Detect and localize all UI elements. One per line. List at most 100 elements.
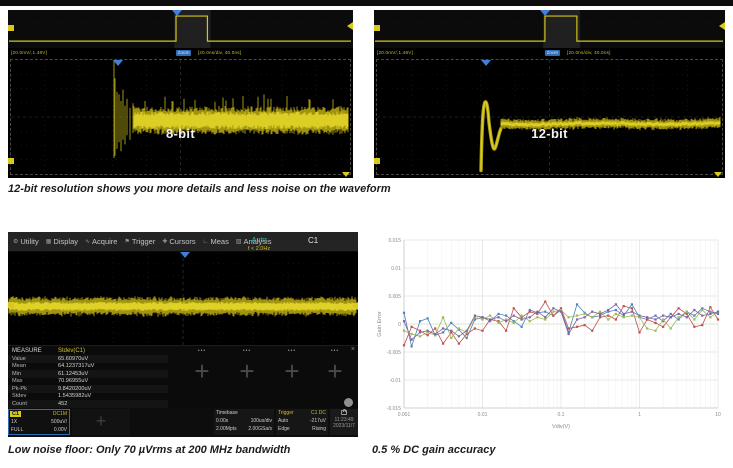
- svg-text:0: 0: [398, 322, 401, 328]
- trigger-delay-marker[interactable]: [714, 172, 722, 177]
- measure-source[interactable]: Stdev(C1): [58, 348, 85, 354]
- timebase-status-box[interactable]: Timebase 0.00s 100us/div 2.00Mpts 2.00GSa/…: [214, 409, 274, 435]
- svg-text:1: 1: [638, 412, 641, 418]
- trigger-position-marker[interactable]: [171, 10, 182, 16]
- trigger-slope: Rising: [312, 426, 326, 432]
- channel-readout[interactable]: C1: [308, 236, 318, 245]
- noise-floor-caption: Low noise floor: Only 70 µVrms at 200 MH…: [8, 444, 291, 456]
- timebase-memory: 2.00Mpts: [216, 426, 237, 432]
- bit-depth-label: 8-bit: [166, 126, 195, 142]
- acq-mode-readout: Auto: [251, 237, 267, 244]
- svg-text:0.01: 0.01: [478, 412, 488, 418]
- scope-menubar: ⚙ Utility ▦ Display ∿ Acquire ⚑ Trigger ✚ Cur…: [8, 232, 358, 252]
- horizontal-scale-label: [20.0ns/div, 40.0ns]: [197, 50, 242, 55]
- menu-meas[interactable]: ∟ Meas: [203, 237, 229, 246]
- measure-row: Pk-Pk 9.8420200uV: [8, 385, 168, 393]
- menu-trigger[interactable]: ⚑ Trigger: [124, 237, 155, 246]
- trigger-position-marker[interactable]: [112, 60, 123, 66]
- top-divider-bar: [0, 0, 733, 6]
- svg-text:-0.015: -0.015: [387, 406, 401, 412]
- scope-screenshot-12bit: [20.0mV/,1.48V] Zoom [20.0ns/div, 40.0ns…: [374, 10, 725, 178]
- meas-icon: ∟: [202, 238, 209, 245]
- measure-title: MEASURE: [12, 347, 42, 354]
- trigger-position-marker[interactable]: [540, 10, 551, 16]
- zoom-waveform-area: 12-bit: [376, 59, 723, 175]
- trigger-position-marker[interactable]: [180, 252, 190, 258]
- trigger-position-marker[interactable]: [480, 60, 491, 66]
- trigger-level: -217uV: [309, 418, 326, 424]
- menu-acquire[interactable]: ∿ Acquire: [85, 237, 117, 246]
- measure-slot-empty[interactable]: ••• +: [306, 346, 358, 406]
- scope-statusbar: C1 DC1M 1X 500uV/ FULL 0.00V + Timebase 0.0…: [8, 408, 358, 437]
- zoom-overview-strip: [8, 10, 353, 48]
- oscilloscope-ui: ⚙ Utility ▦ Display ∿ Acquire ⚑ Trigger ✚ Cur…: [8, 232, 358, 437]
- svg-text:-0.005: -0.005: [387, 350, 401, 356]
- waveform-12bit: [377, 60, 722, 174]
- zoom-badge[interactable]: Zoom: [544, 49, 561, 56]
- trigger-icon: ⚑: [124, 239, 130, 245]
- timebase-scale: 100us/div: [250, 418, 272, 424]
- measure-row: Count 452: [8, 400, 168, 408]
- trigger-type: Edge: [278, 426, 290, 432]
- gain-accuracy-caption: 0.5 % DC gain accuracy: [372, 444, 496, 456]
- channel-coupling: DC1M: [52, 411, 67, 417]
- svg-text:0.001: 0.001: [398, 412, 411, 418]
- svg-text:Vdiv(V): Vdiv(V): [552, 424, 570, 430]
- noise-floor-waveform: [8, 252, 358, 345]
- timebase-delay: 0.00s: [216, 418, 229, 424]
- svg-text:0.1: 0.1: [558, 412, 565, 418]
- trigger-mode: Auto: [278, 418, 289, 424]
- channel-marker[interactable]: [8, 25, 14, 31]
- clock-box: 11:23:49 2023/11/7: [330, 408, 358, 435]
- measure-panel: MEASURE Stdev(C1) × Value 65.60970uV Mean…: [8, 345, 358, 409]
- trigger-source: C1 DC: [310, 410, 326, 416]
- vertical-scale-label: [20.0mV/,1.48V]: [377, 50, 413, 55]
- measure-row: Max 70.96955uV: [12, 378, 89, 385]
- trigger-title: Trigger: [278, 410, 294, 416]
- zoom-labels-row: [20.0mV/,1.48V] Zoom [20.0ns/div, 40.0ns…: [374, 48, 725, 59]
- clock-date: 2023/11/7: [333, 423, 355, 429]
- dc-gain-chart: 0.001 0.01 0.1 1 10 0.015 0.01 0.005 0 -0.005 -0.0…: [377, 238, 721, 430]
- measure-row: Min 61.12453uV: [8, 370, 168, 378]
- add-measurement-icon: +: [327, 356, 343, 386]
- menu-utility[interactable]: ⚙ Utility: [13, 237, 39, 246]
- scope-screenshot-8bit: [20.0mV/,1.48V] Zoom [20.0ns/div, 40.0ns…: [8, 10, 353, 178]
- zoom-waveform-area: 8-bit: [10, 59, 351, 175]
- cursors-icon: ✚: [162, 239, 168, 245]
- horizontal-scale-label: [20.0ns/div, 40.0ns]: [567, 50, 611, 55]
- svg-text:-0.01: -0.01: [390, 378, 402, 384]
- display-icon: ▦: [45, 239, 52, 245]
- trigger-level-marker[interactable]: [719, 22, 725, 30]
- add-channel-button[interactable]: +: [72, 409, 130, 435]
- channel-offset-marker[interactable]: [374, 158, 380, 164]
- svg-text:0.015: 0.015: [388, 238, 401, 244]
- page: [20.0mV/,1.48V] Zoom [20.0ns/div, 40.0ns…: [0, 0, 733, 468]
- channel-marker[interactable]: [8, 302, 14, 308]
- svg-text:0.01: 0.01: [391, 266, 401, 272]
- comparison-caption: 12-bit resolution shows you more details…: [8, 183, 391, 195]
- channel-offset-marker[interactable]: [8, 158, 14, 164]
- waveform-8bit: [11, 60, 350, 174]
- timebase-samplerate: 2.00GSa/s: [248, 426, 272, 432]
- svg-text:Gain Error: Gain Error: [377, 311, 383, 337]
- channel-bandwidth: FULL: [11, 427, 24, 433]
- record-button[interactable]: [344, 398, 353, 407]
- channel-status-box[interactable]: C1 DC1M 1X 500uV/ FULL 0.00V: [8, 409, 70, 435]
- timebase-title: Timebase: [216, 410, 238, 416]
- channel-marker[interactable]: [374, 25, 380, 31]
- bit-depth-label: 12-bit: [531, 126, 568, 142]
- vertical-scale-label: [20.0mV/,1.48V]: [11, 50, 47, 55]
- trigger-level-marker[interactable]: [347, 22, 353, 30]
- svg-text:10: 10: [715, 412, 721, 418]
- zoom-badge[interactable]: Zoom: [175, 49, 192, 56]
- menu-display[interactable]: ▦ Display: [46, 237, 78, 246]
- trigger-status-box[interactable]: Trigger C1 DC Auto -217uV Edge Rising: [276, 409, 328, 435]
- trigger-delay-marker[interactable]: [342, 172, 350, 177]
- menu-cursors[interactable]: ✚ Cursors: [162, 237, 195, 246]
- zoom-overview-strip: [374, 10, 725, 48]
- trigger-level-marker[interactable]: [352, 302, 358, 310]
- channel-offset: 0.00V: [53, 427, 67, 433]
- scope-grid-area: [8, 252, 358, 345]
- acquire-icon: ∿: [85, 239, 91, 245]
- channel-name-badge: C1: [10, 410, 22, 417]
